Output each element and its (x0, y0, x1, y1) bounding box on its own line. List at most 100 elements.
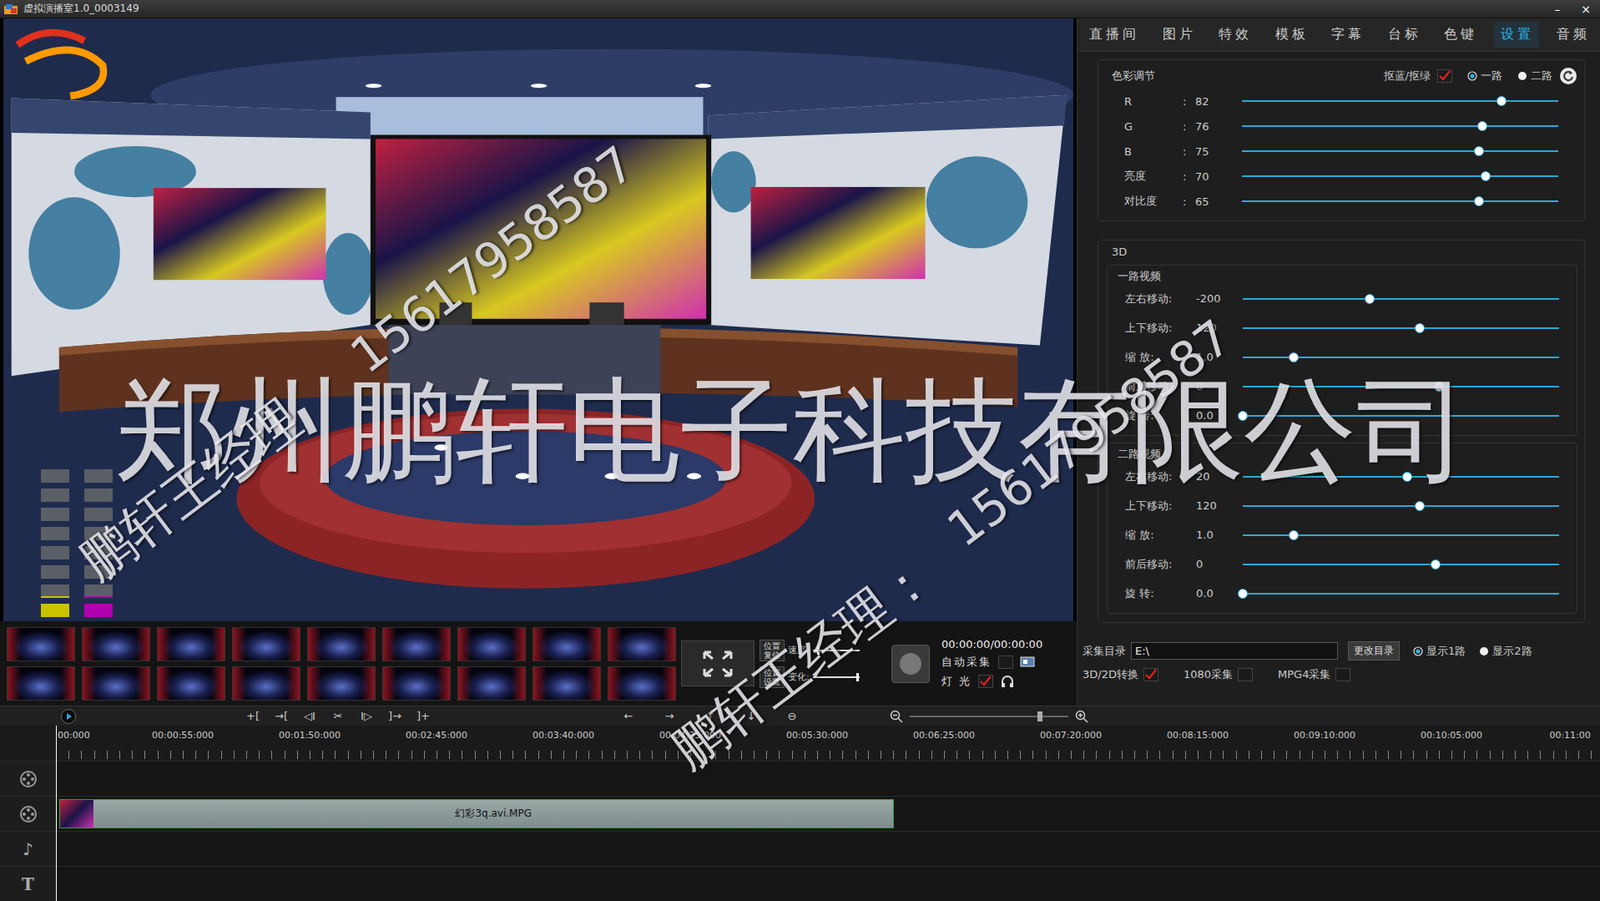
slider-track[interactable] (1242, 470, 1560, 483)
slider-knob[interactable] (856, 672, 859, 682)
edit-tool[interactable]: ]→ (384, 709, 405, 722)
change-dir-button[interactable]: 更改目录 (1347, 641, 1400, 661)
nudge-tool[interactable]: ↑ (700, 709, 721, 722)
scene-thumbnail[interactable] (607, 666, 677, 701)
scene-thumbnail[interactable] (81, 626, 151, 662)
checkbox[interactable] (1143, 667, 1159, 682)
scene-thumbnail[interactable] (457, 666, 526, 701)
capture-option[interactable]: 3D/2D转换 (1082, 666, 1159, 682)
window-button[interactable]: – (1543, 0, 1572, 18)
radio-icon[interactable] (1467, 70, 1478, 81)
slider-knob[interactable] (1288, 352, 1299, 363)
slider-track[interactable] (1242, 351, 1560, 364)
slider-knob[interactable] (1473, 146, 1484, 157)
scene-thumbnail[interactable] (232, 666, 301, 701)
slider-knob[interactable] (1473, 196, 1484, 207)
scene-thumbnail[interactable] (532, 626, 601, 662)
window-button[interactable]: × (1571, 0, 1600, 18)
slider-knob[interactable] (1364, 293, 1375, 304)
slider-knob[interactable] (1414, 323, 1425, 334)
scene-thumbnail[interactable] (81, 666, 151, 701)
tab[interactable]: 特效 (1211, 21, 1257, 48)
tab[interactable]: 字幕 (1324, 21, 1370, 48)
capture-path-field[interactable]: E:\ (1130, 641, 1338, 660)
zoom-in-icon[interactable] (1075, 709, 1089, 723)
slider-knob[interactable] (1237, 410, 1248, 421)
checkbox[interactable] (1237, 667, 1253, 682)
tab[interactable]: 直播间 (1082, 21, 1145, 48)
slider-track[interactable] (1242, 529, 1560, 541)
slider-knob[interactable] (1288, 529, 1299, 541)
playhead[interactable] (55, 725, 57, 901)
slider-track[interactable] (1242, 322, 1560, 334)
slider-knob[interactable] (1480, 171, 1491, 182)
edit-tool[interactable]: →[ (271, 709, 292, 722)
slider-track[interactable] (1242, 587, 1560, 600)
stage-button[interactable]: 位置设置 (759, 666, 785, 688)
media-clip[interactable]: 幻彩3q.avi.MPG (59, 798, 894, 828)
edit-tool[interactable]: ◁I (299, 709, 320, 722)
slider-track[interactable] (1242, 499, 1560, 512)
tab[interactable]: 音频 (1549, 21, 1595, 48)
tab[interactable]: 模板 (1268, 21, 1314, 48)
slider-knob[interactable] (1037, 711, 1043, 722)
tab[interactable]: 设置 (1494, 21, 1540, 48)
scene-thumbnail[interactable] (382, 626, 451, 662)
slider-track[interactable] (1242, 292, 1560, 305)
scene-thumbnail[interactable] (156, 666, 226, 701)
slider-knob[interactable] (817, 646, 820, 655)
checkbox[interactable] (1437, 69, 1453, 83)
slider-track[interactable] (1241, 95, 1559, 107)
scene-thumbnail[interactable] (6, 626, 76, 662)
slider-knob[interactable] (1477, 121, 1488, 132)
scene-thumbnail[interactable] (232, 626, 301, 662)
record-button[interactable] (891, 644, 930, 683)
stage-slider[interactable] (812, 645, 860, 656)
scene-thumbnail[interactable] (457, 626, 526, 662)
display-radio[interactable]: 显示1路 (1413, 643, 1466, 659)
checkbox[interactable] (1335, 667, 1351, 682)
stage-button[interactable]: 位置复位 (759, 639, 785, 662)
slider-knob[interactable] (1402, 471, 1413, 482)
scene-thumbnail[interactable] (382, 666, 451, 701)
play-icon[interactable] (60, 708, 76, 724)
edit-tool[interactable]: +[ (242, 709, 263, 722)
slider-track[interactable] (1241, 120, 1559, 132)
tab[interactable]: 色键 (1437, 21, 1483, 48)
radio-icon[interactable] (1517, 70, 1528, 81)
slider-knob[interactable] (1496, 95, 1507, 106)
edit-tool[interactable]: ✂ (328, 709, 349, 722)
stage-slider[interactable] (812, 671, 860, 682)
display-radio[interactable]: 显示2路 (1478, 643, 1532, 659)
capture-option[interactable]: 1080采集 (1183, 666, 1253, 682)
slider-track[interactable] (1241, 195, 1559, 207)
fullscreen-button[interactable] (681, 640, 755, 687)
scene-thumbnail[interactable] (307, 666, 376, 701)
slider-track[interactable] (1241, 145, 1559, 157)
slider-track[interactable] (1242, 380, 1560, 393)
capture-option[interactable]: MPG4采集 (1277, 666, 1351, 682)
slider-track[interactable] (1241, 170, 1559, 182)
zoom-out-icon[interactable] (889, 709, 904, 723)
edit-tool[interactable]: ]+ (413, 709, 434, 722)
checkbox[interactable] (998, 655, 1014, 669)
nudge-tool[interactable]: ← (618, 709, 639, 722)
scene-thumbnail[interactable] (6, 666, 76, 701)
scene-thumbnail[interactable] (532, 666, 601, 701)
checkbox[interactable] (978, 674, 994, 688)
scene-thumbnail[interactable] (307, 626, 376, 662)
scene-thumbnail[interactable] (607, 626, 677, 662)
nudge-tool[interactable]: ⊖ (782, 709, 803, 722)
channel-radio[interactable]: 一路 (1467, 68, 1503, 84)
slider-track[interactable] (1242, 558, 1560, 571)
slider-knob[interactable] (1433, 381, 1444, 392)
slider-knob[interactable] (1237, 588, 1248, 599)
slider-knob[interactable] (1430, 559, 1441, 570)
tab[interactable]: 图片 (1155, 21, 1202, 48)
reset-icon[interactable] (1559, 66, 1578, 86)
headphone-icon[interactable] (999, 674, 1015, 688)
monitor-icon[interactable] (1019, 655, 1035, 669)
zoom-slider[interactable] (909, 711, 1069, 722)
slider-track[interactable] (1242, 409, 1560, 422)
tab[interactable]: 台标 (1381, 21, 1427, 48)
